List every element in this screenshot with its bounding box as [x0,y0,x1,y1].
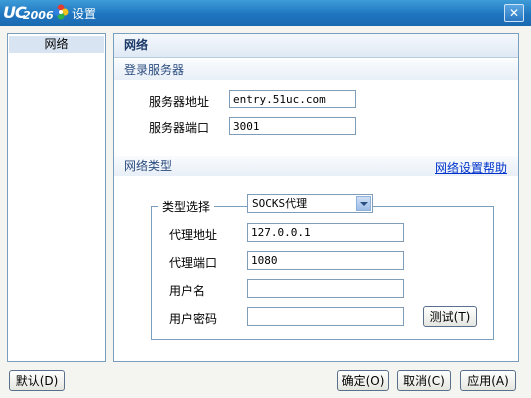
server-address-input[interactable]: entry.51uc.com [229,90,356,108]
username-label: 用户名 [169,284,206,298]
uc-logo: UC 2006 [3,3,69,23]
ok-button[interactable]: 确定(O) [337,370,389,391]
login-server-section-title: 登录服务器 [114,60,518,80]
server-port-label: 服务器端口 [149,121,210,135]
password-input[interactable] [247,307,404,326]
cancel-button[interactable]: 取消(C) [397,370,451,391]
test-button[interactable]: 测试(T) [423,306,477,327]
close-button[interactable]: ✕ [504,4,524,22]
title-bar[interactable]: UC 2006 设置 ✕ [0,0,531,26]
window-title: 设置 [72,7,97,21]
network-type-value: SOCKS代理 [252,197,308,210]
default-button[interactable]: 默认(D) [9,370,65,391]
category-list: 网络 [7,33,106,362]
type-select-label: 类型选择 [158,198,215,215]
proxy-address-input[interactable]: 127.0.0.1 [247,223,404,242]
settings-window: UC 2006 设置 ✕ 网络 网络 登录服务器 服务器地址 entry.51u… [0,0,531,398]
settings-panel: 网络 登录服务器 服务器地址 entry.51uc.com 服务器端口 3001… [113,33,519,362]
nav-item-network[interactable]: 网络 [9,36,104,53]
network-help-link[interactable]: 网络设置帮助 [435,159,507,176]
password-label: 用户密码 [169,312,218,326]
logo-year: 2006 [23,9,54,22]
server-address-label: 服务器地址 [149,95,210,109]
server-port-input[interactable]: 3001 [229,117,356,135]
proxy-port-input[interactable]: 1080 [247,251,404,270]
proxy-address-label: 代理地址 [169,228,218,242]
proxy-port-label: 代理端口 [169,256,218,270]
nav-item-label: 网络 [44,37,69,51]
panel-title: 网络 [114,34,518,58]
close-icon: ✕ [508,6,520,20]
username-input[interactable] [247,279,404,298]
network-type-select[interactable]: SOCKS代理 [247,194,373,213]
flower-icon [53,4,69,20]
chevron-down-icon[interactable] [356,196,371,211]
apply-button[interactable]: 应用(A) [460,370,516,391]
